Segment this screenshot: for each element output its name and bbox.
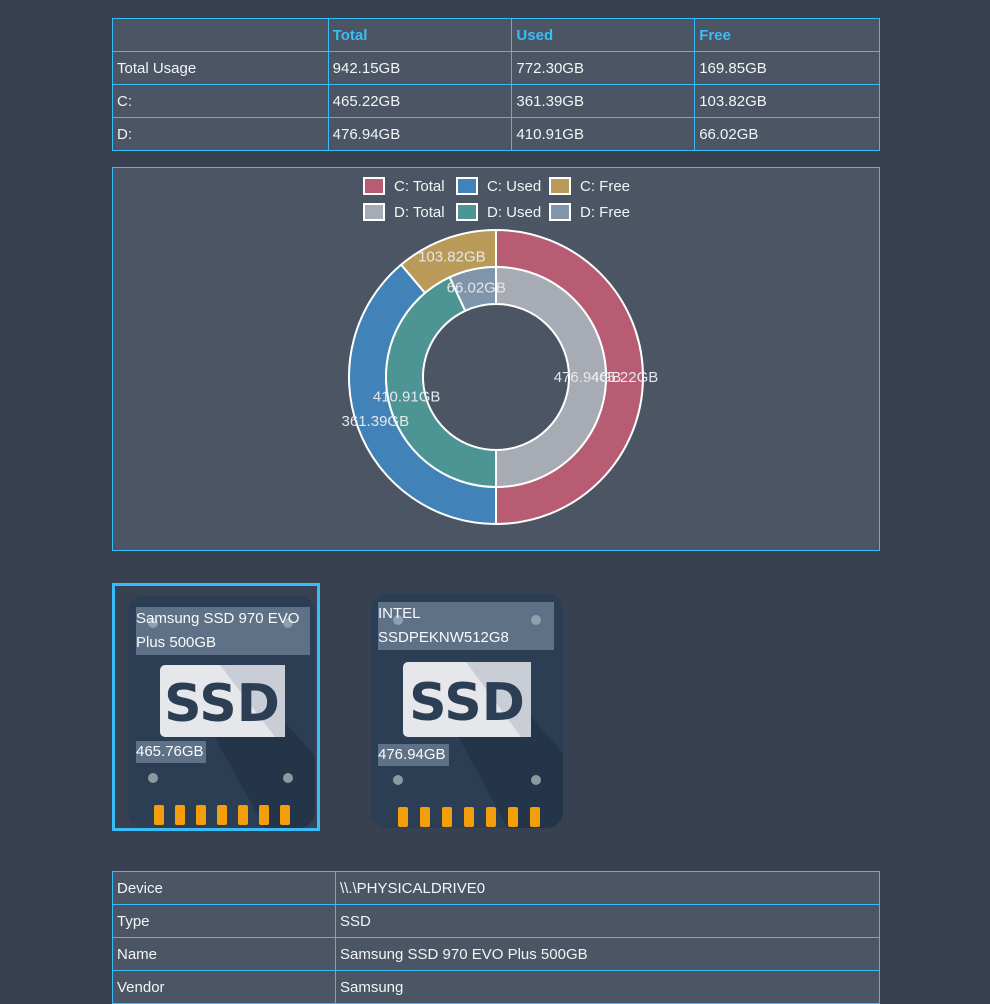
drive-card-0[interactable]: SSD Samsung SSD 970 EVO Plus 500GB 465.7…	[112, 583, 320, 831]
table-cell: Total Usage	[112, 51, 329, 85]
legend-item[interactable]: C: Total	[363, 177, 445, 195]
slice-data-label: 66.02GB	[447, 280, 506, 297]
table-row: Name Samsung SSD 970 EVO Plus 500GB	[112, 937, 880, 971]
table-cell: 169.85GB	[694, 51, 880, 85]
table-cell: D:	[112, 117, 329, 151]
ssd-badge-text: SSD	[164, 674, 280, 734]
table-cell: 103.82GB	[694, 84, 880, 118]
detail-key: Name	[112, 937, 336, 971]
legend-label: D: Total	[394, 204, 445, 221]
legend-label: D: Used	[487, 204, 541, 221]
table-row: C: 465.22GB 361.39GB 103.82GB	[112, 84, 880, 118]
table-cell: 772.30GB	[511, 51, 696, 85]
legend-item[interactable]: D: Total	[363, 203, 445, 221]
header-cell-blank	[112, 18, 329, 52]
legend-item[interactable]: D: Free	[549, 203, 630, 221]
legend-item[interactable]: C: Free	[549, 177, 630, 195]
slice-data-label: 476.94GB	[554, 369, 622, 386]
detail-value: SSD	[335, 904, 880, 938]
drive-card-1[interactable]: SSD INTEL SSDPEKNW512G8 476.94GB	[358, 583, 566, 831]
table-cell: 465.22GB	[327, 84, 513, 118]
header-cell-used: Used	[511, 18, 696, 52]
table-cell: 410.91GB	[511, 117, 696, 151]
table-row: Total Usage 942.15GB 772.30GB 169.85GB	[112, 51, 880, 85]
legend-label: C: Free	[580, 178, 630, 195]
table-row: Device \\.\PHYSICALDRIVE0	[112, 871, 880, 905]
disk-usage-chart-panel: C: Total C: Used C: Free D: Total D: Used D: …	[112, 167, 880, 551]
slice-data-label: 361.39GB	[342, 413, 410, 430]
drive-details-table: Device \\.\PHYSICALDRIVE0 Type SSD Name …	[112, 871, 880, 1004]
drive-size-label: 476.94GB	[378, 744, 449, 766]
usage-table-header: Total Used Free	[112, 18, 880, 52]
detail-key: Device	[112, 871, 336, 905]
ssd-badge-text: SSD	[409, 673, 525, 733]
detail-value: \\.\PHYSICALDRIVE0	[335, 871, 880, 905]
table-cell: 66.02GB	[694, 117, 880, 151]
legend-item[interactable]: C: Used	[456, 177, 541, 195]
slice-data-label: 103.82GB	[418, 248, 486, 265]
table-row: Type SSD	[112, 904, 880, 938]
detail-value: Samsung SSD 970 EVO Plus 500GB	[335, 937, 880, 971]
drive-name-label: INTEL SSDPEKNW512G8	[378, 602, 554, 650]
slice-data-label: 410.91GB	[373, 389, 441, 406]
legend-label: C: Used	[487, 178, 541, 195]
table-cell: 476.94GB	[327, 117, 513, 151]
table-cell: C:	[112, 84, 329, 118]
table-row: Vendor Samsung	[112, 970, 880, 1004]
legend-label: C: Total	[394, 178, 445, 195]
header-cell-free: Free	[694, 18, 880, 52]
header-cell-total: Total	[327, 18, 513, 52]
drive-name-label: Samsung SSD 970 EVO Plus 500GB	[136, 607, 310, 655]
usage-table: Total Used Free Total Usage 942.15GB 772…	[112, 18, 880, 151]
detail-key: Type	[112, 904, 336, 938]
drive-size-label: 465.76GB	[136, 741, 206, 763]
detail-key: Vendor	[112, 970, 336, 1004]
detail-value: Samsung	[335, 970, 880, 1004]
legend-label: D: Free	[580, 204, 630, 221]
legend-item[interactable]: D: Used	[456, 203, 541, 221]
disk-usage-donut-chart: C: Total C: Used C: Free D: Total D: Used D: …	[342, 177, 658, 526]
table-cell: 361.39GB	[511, 84, 696, 118]
table-cell: 942.15GB	[327, 51, 513, 85]
table-row: D: 476.94GB 410.91GB 66.02GB	[112, 117, 880, 151]
